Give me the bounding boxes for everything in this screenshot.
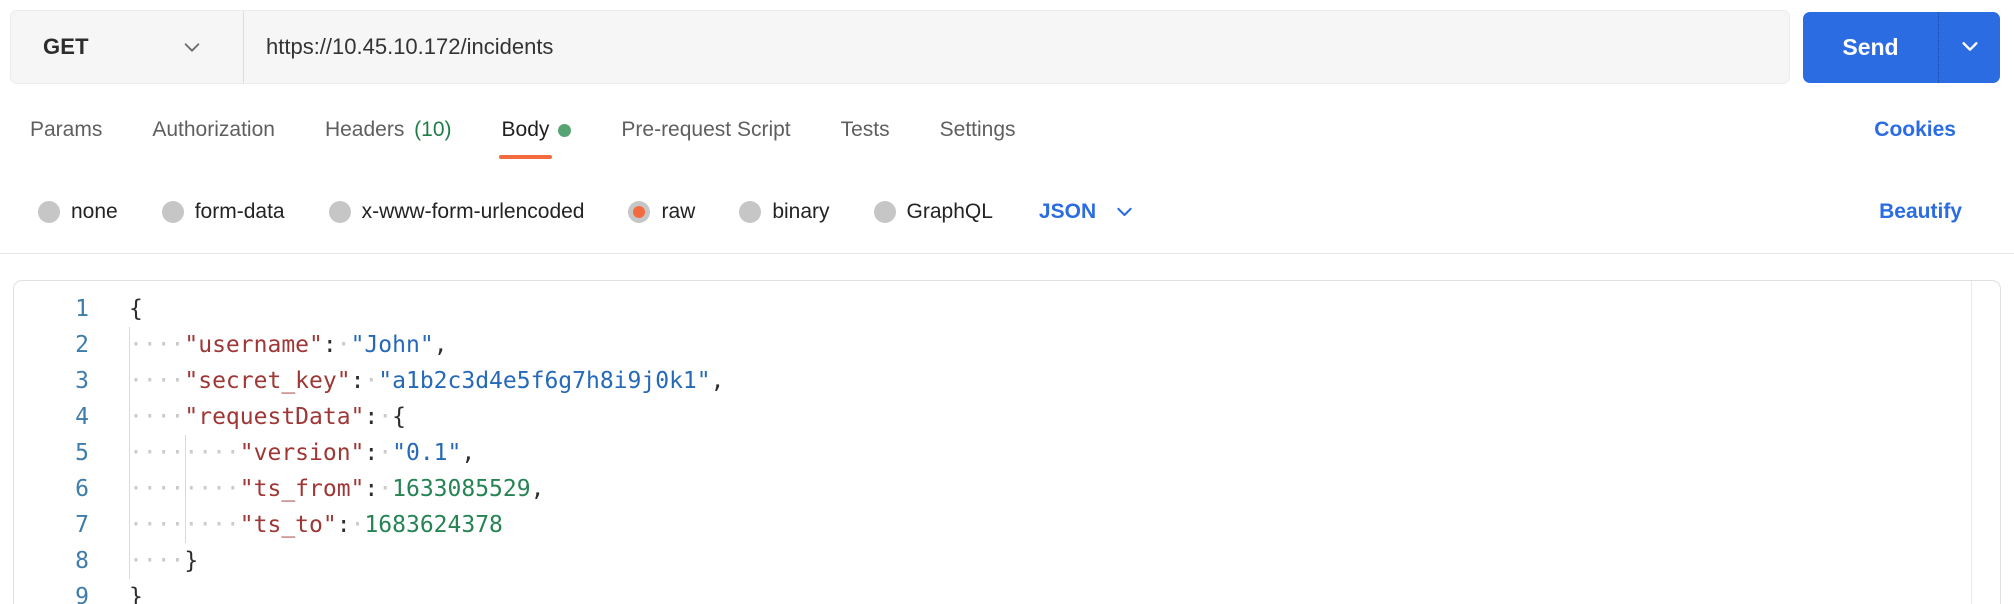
radio-label: raw xyxy=(661,200,695,224)
send-options-button[interactable] xyxy=(1938,12,2000,83)
code-text: ····"secret_key":·"a1b2c3d4e5f6g7h8i9j0k… xyxy=(89,363,724,399)
tab-tests[interactable]: Tests xyxy=(841,118,890,142)
tab-headers[interactable]: Headers (10) xyxy=(325,118,452,142)
tab-label: Headers (10) xyxy=(325,118,452,142)
method-selector[interactable]: GET xyxy=(11,11,244,83)
radio-label: binary xyxy=(772,200,829,224)
radio-label: GraphQL xyxy=(907,200,993,224)
code-line[interactable]: 6········"ts_from":·1633085529, xyxy=(14,471,2000,507)
send-button[interactable]: Send xyxy=(1803,12,1938,83)
code-area[interactable]: 1{2····"username":·"John",3····"secret_k… xyxy=(14,281,2000,604)
tab-count-badge: (10) xyxy=(408,118,451,141)
line-number: 9 xyxy=(14,579,89,604)
tab-label: Settings xyxy=(940,118,1016,142)
line-number: 5 xyxy=(14,435,89,471)
tab-body[interactable]: Body xyxy=(502,118,572,142)
indent-guide xyxy=(185,435,186,543)
tab-label: Tests xyxy=(841,118,890,142)
body-language-select[interactable]: JSON xyxy=(1039,200,1135,224)
code-text: ········"ts_to":·1683624378 xyxy=(89,507,503,543)
tab-label: Body xyxy=(502,118,550,142)
tab-label: Authorization xyxy=(152,118,275,142)
radio-circle-icon xyxy=(874,201,896,223)
radio-circle-icon xyxy=(329,201,351,223)
url-bar: GET xyxy=(10,10,1790,84)
radio-form-data[interactable]: form-data xyxy=(162,200,285,224)
code-text: ····"requestData":·{ xyxy=(89,399,406,435)
request-tabs-row: Params Authorization Headers (10) Body Pre-r… xyxy=(0,84,2014,170)
tab-settings[interactable]: Settings xyxy=(940,118,1016,142)
code-line[interactable]: 8····} xyxy=(14,543,2000,579)
radio-x-www-form-urlencoded[interactable]: x-www-form-urlencoded xyxy=(329,200,585,224)
tab-label: Pre-request Script xyxy=(621,118,790,142)
tab-label: Params xyxy=(30,118,102,142)
tab-pre-request-script[interactable]: Pre-request Script xyxy=(621,118,790,142)
line-number: 1 xyxy=(14,291,89,327)
code-line[interactable]: 1{ xyxy=(14,291,2000,327)
code-text: ····} xyxy=(89,543,198,579)
code-text: ····"username":·"John", xyxy=(89,327,448,363)
code-line[interactable]: 5········"version":·"0.1", xyxy=(14,435,2000,471)
radio-circle-icon xyxy=(739,201,761,223)
code-line[interactable]: 9} xyxy=(14,579,2000,604)
body-type-radios: none form-data x-www-form-urlencoded raw bin… xyxy=(38,200,993,224)
line-number: 7 xyxy=(14,507,89,543)
code-line[interactable]: 4····"requestData":·{ xyxy=(14,399,2000,435)
scrollbar-track[interactable] xyxy=(1971,281,1972,604)
chevron-down-icon xyxy=(1114,201,1135,222)
line-number: 8 xyxy=(14,543,89,579)
radio-circle-icon xyxy=(628,201,650,223)
send-split-button: Send xyxy=(1803,12,2000,83)
chevron-down-icon xyxy=(181,36,203,58)
code-line[interactable]: 7········"ts_to":·1683624378 xyxy=(14,507,2000,543)
indent-guide xyxy=(129,327,130,579)
cookies-link[interactable]: Cookies xyxy=(1874,118,1956,142)
body-options-row: none form-data x-www-form-urlencoded raw bin… xyxy=(0,170,2014,254)
request-url-row: GET Send xyxy=(10,10,2000,84)
radio-graphql[interactable]: GraphQL xyxy=(874,200,993,224)
code-line[interactable]: 3····"secret_key":·"a1b2c3d4e5f6g7h8i9j0… xyxy=(14,363,2000,399)
line-number: 4 xyxy=(14,399,89,435)
radio-circle-icon xyxy=(162,201,184,223)
line-number: 6 xyxy=(14,471,89,507)
line-number: 3 xyxy=(14,363,89,399)
tab-params[interactable]: Params xyxy=(30,118,102,142)
radio-binary[interactable]: binary xyxy=(739,200,829,224)
request-tabs: Params Authorization Headers (10) Body Pre-r… xyxy=(30,118,1016,142)
radio-none[interactable]: none xyxy=(38,200,118,224)
beautify-link[interactable]: Beautify xyxy=(1879,200,1962,224)
body-editor[interactable]: 1{2····"username":·"John",3····"secret_k… xyxy=(13,280,2001,604)
radio-label: none xyxy=(71,200,118,224)
radio-raw[interactable]: raw xyxy=(628,200,695,224)
code-text: ········"ts_from":·1633085529, xyxy=(89,471,544,507)
method-label: GET xyxy=(43,34,89,60)
radio-label: x-www-form-urlencoded xyxy=(362,200,585,224)
url-input[interactable] xyxy=(244,11,1789,83)
radio-circle-icon xyxy=(38,201,60,223)
body-has-content-dot xyxy=(558,124,571,137)
line-number: 2 xyxy=(14,327,89,363)
code-text: } xyxy=(89,579,143,604)
body-language-value: JSON xyxy=(1039,200,1096,224)
code-text: { xyxy=(89,291,143,327)
chevron-down-icon xyxy=(1959,35,1981,60)
code-text: ········"version":·"0.1", xyxy=(89,435,475,471)
code-line[interactable]: 2····"username":·"John", xyxy=(14,327,2000,363)
tab-authorization[interactable]: Authorization xyxy=(152,118,275,142)
radio-label: form-data xyxy=(195,200,285,224)
